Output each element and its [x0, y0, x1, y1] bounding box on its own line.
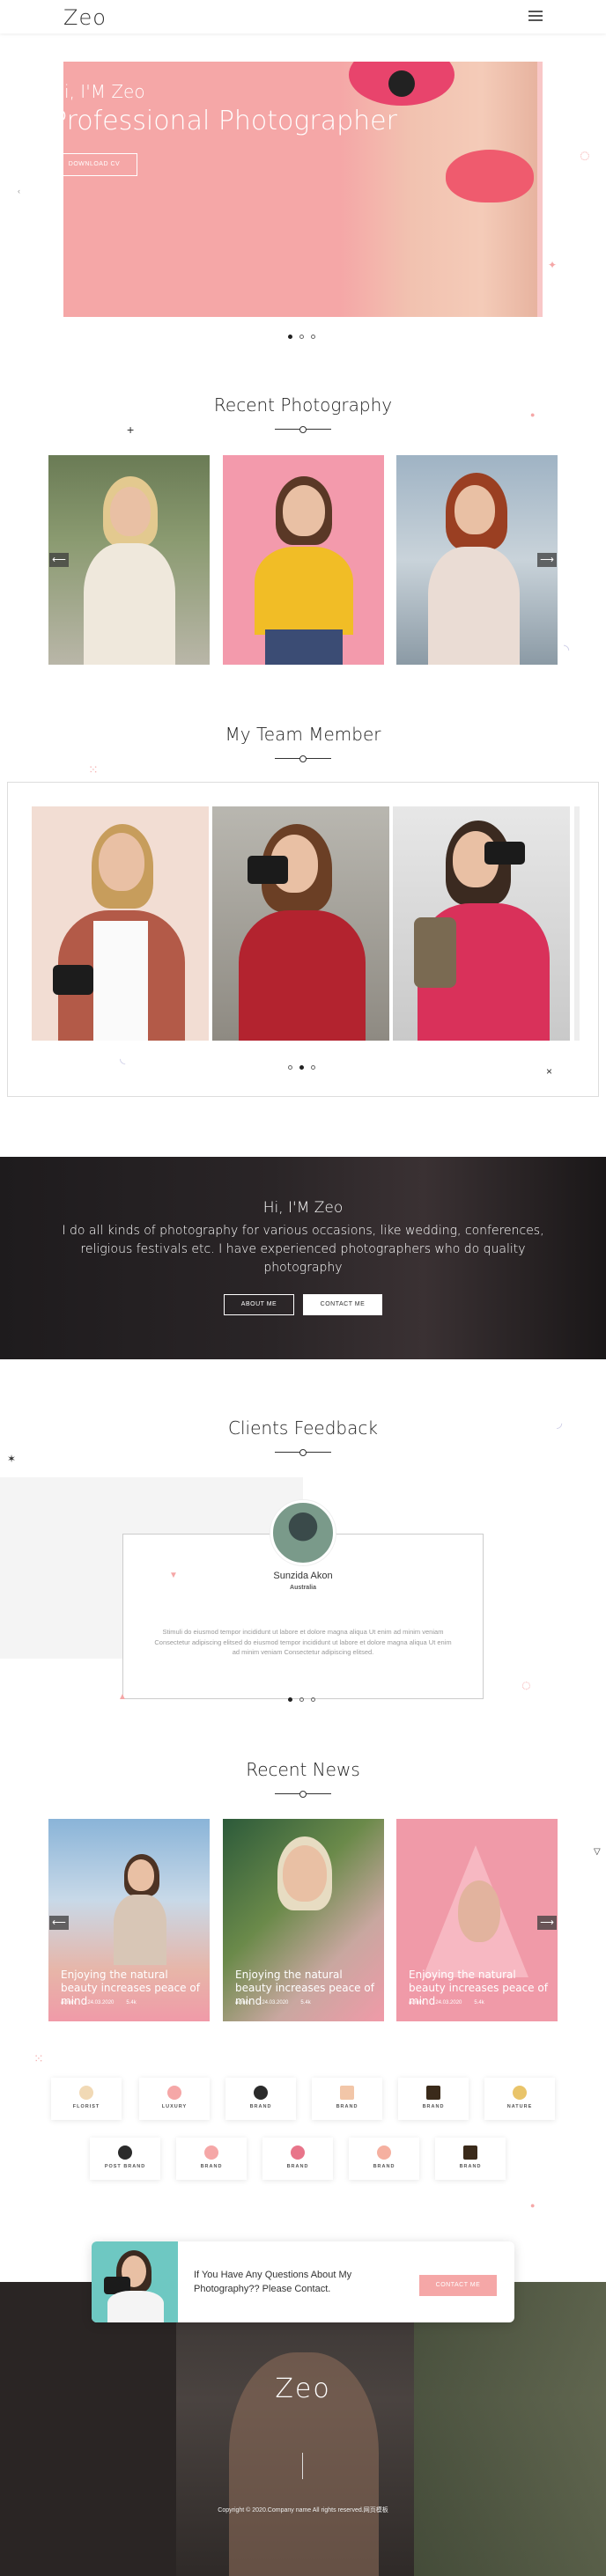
dots-pattern-icon: ⁙ — [33, 2051, 44, 2065]
news-likes: 5.4k — [474, 2000, 484, 2006]
team-member-card[interactable] — [32, 806, 209, 1041]
slider-dot[interactable] — [288, 1697, 292, 1702]
hero-title: Professional Photographer — [51, 106, 397, 136]
sparkle-icon: ✶ — [7, 1453, 17, 1465]
about-me-button[interactable]: ABOUT ME — [224, 1294, 294, 1315]
news-card[interactable]: Enjoying the natural beauty increases pe… — [396, 1819, 558, 2021]
brand-logo[interactable]: BRAND — [262, 2138, 333, 2180]
recent-photography-title: Recent Photography — [213, 394, 393, 416]
feedback-title: Clients Feedback — [228, 1417, 378, 1439]
photo-card[interactable] — [223, 455, 384, 665]
ring-icon: ◌ — [521, 1676, 531, 1694]
news-card[interactable]: Enjoying the natural beauty increases pe… — [48, 1819, 210, 2021]
arc-icon: ◟ — [120, 1051, 126, 1066]
arrow-left-icon[interactable]: ⟵ — [49, 553, 69, 567]
dots-pattern-icon: ⁙ — [88, 762, 99, 776]
avatar — [270, 1500, 336, 1565]
brand-logo[interactable]: BRAND — [349, 2138, 419, 2180]
team-title: My Team Member — [225, 724, 381, 745]
news-date: 24.03.2020 — [87, 2000, 115, 2006]
arrow-right-icon[interactable]: ⟶ — [537, 553, 557, 567]
brand-logo[interactable]: NATURE — [484, 2078, 555, 2120]
team-member-card[interactable] — [212, 806, 389, 1041]
news-meta: admin 24.03.2020 5.4k — [409, 2000, 484, 2006]
sparkle-icon: ✦ — [548, 259, 558, 271]
team-slider-dots — [288, 1065, 315, 1070]
hero-slider-dots — [288, 335, 315, 339]
triangle-icon: ▼ — [169, 1571, 178, 1580]
news-likes: 5.4k — [300, 2000, 311, 2006]
news-meta: admin 24.03.2020 5.4k — [235, 2000, 311, 2006]
news-title: Recent News — [246, 1759, 360, 1780]
brand-logo[interactable]: BRAND — [435, 2138, 506, 2180]
section-divider — [275, 426, 331, 433]
triangle-icon: ▽ — [594, 1847, 601, 1857]
contact-me-button[interactable]: CONTACT ME — [419, 2275, 497, 2296]
news-date: 24.03.2020 — [435, 2000, 462, 2006]
photo-card[interactable] — [48, 455, 210, 665]
site-footer — [0, 2282, 606, 2576]
site-header: Zeo — [0, 0, 606, 33]
section-divider — [275, 755, 331, 762]
brand-logo[interactable]: POST BRAND — [90, 2138, 160, 2180]
banner-greeting: Hi, I'M Zeo — [262, 1199, 344, 1217]
ring-icon: ◌ — [580, 146, 590, 166]
feedback-slider-dots — [288, 1697, 315, 1702]
team-card-peek — [574, 806, 580, 1041]
brand-logo[interactable]: BRAND — [225, 2078, 296, 2120]
site-logo[interactable]: Zeo — [63, 5, 107, 30]
banner-description: I do all kinds of photography for variou… — [62, 1224, 544, 1275]
hero-model-image — [340, 62, 543, 317]
blob-icon: ● — [530, 410, 536, 419]
footer-divider — [302, 2453, 303, 2479]
slider-dot[interactable] — [299, 1697, 304, 1702]
arc-icon: ◞ — [557, 1416, 563, 1431]
news-likes: 5.4k — [126, 2000, 137, 2006]
footer-logo[interactable]: Zeo — [0, 2374, 606, 2404]
contact-strip: If You Have Any Questions About My Photo… — [92, 2241, 514, 2322]
contact-photo — [92, 2241, 178, 2322]
hero-greeting: Hi, I'M Zeo — [51, 81, 145, 102]
client-country: Australia — [290, 1585, 316, 1591]
section-divider — [275, 1449, 331, 1456]
arrow-right-icon[interactable]: ⟶ — [537, 1916, 557, 1930]
download-cv-button[interactable]: DOWNLOAD CV — [51, 153, 137, 176]
slider-dot[interactable] — [288, 335, 292, 339]
team-member-card[interactable] — [393, 806, 570, 1041]
footer-copyright: Copyright © 2020.Company name All rights… — [218, 2507, 388, 2513]
slider-dot[interactable] — [311, 1065, 315, 1070]
news-author: admin — [409, 2000, 424, 2006]
news-card[interactable]: Enjoying the natural beauty increases pe… — [223, 1819, 384, 2021]
arc-icon: ◝ — [564, 643, 570, 658]
close-icon: × — [546, 1065, 553, 1078]
news-author: admin — [61, 2000, 76, 2006]
client-testimonial: Stimuli do eiusmod tempor incididunt ut … — [154, 1628, 452, 1656]
section-divider — [275, 1791, 331, 1798]
brand-logo[interactable]: BRAND — [312, 2078, 382, 2120]
triangle-icon: ▲ — [118, 1692, 127, 1702]
slider-dot[interactable] — [311, 335, 315, 339]
plus-icon: + — [127, 423, 135, 437]
blob-icon: ● — [530, 2201, 536, 2210]
slider-dot[interactable] — [299, 1065, 304, 1070]
contact-question: If You Have Any Questions About My Photo… — [194, 2270, 352, 2294]
contact-me-button[interactable]: CONTACT ME — [303, 1294, 382, 1315]
brand-logo[interactable]: FLORIST — [51, 2078, 122, 2120]
news-date: 24.03.2020 — [262, 2000, 289, 2006]
brand-logo[interactable]: BRAND — [398, 2078, 469, 2120]
brand-logo[interactable]: BRAND — [176, 2138, 247, 2180]
news-author: admin — [235, 2000, 250, 2006]
news-meta: admin 24.03.2020 5.4k — [61, 2000, 137, 2006]
client-name: Sunzida Akon — [273, 1571, 333, 1581]
hamburger-icon[interactable] — [528, 11, 543, 21]
photo-card[interactable] — [396, 455, 558, 665]
brand-logo[interactable]: LUXURY — [139, 2078, 210, 2120]
slider-dot[interactable] — [299, 335, 304, 339]
slider-dot[interactable] — [311, 1697, 315, 1702]
chevron-left-icon: ‹ — [18, 187, 20, 195]
slider-dot[interactable] — [288, 1065, 292, 1070]
arrow-left-icon[interactable]: ⟵ — [49, 1916, 69, 1930]
